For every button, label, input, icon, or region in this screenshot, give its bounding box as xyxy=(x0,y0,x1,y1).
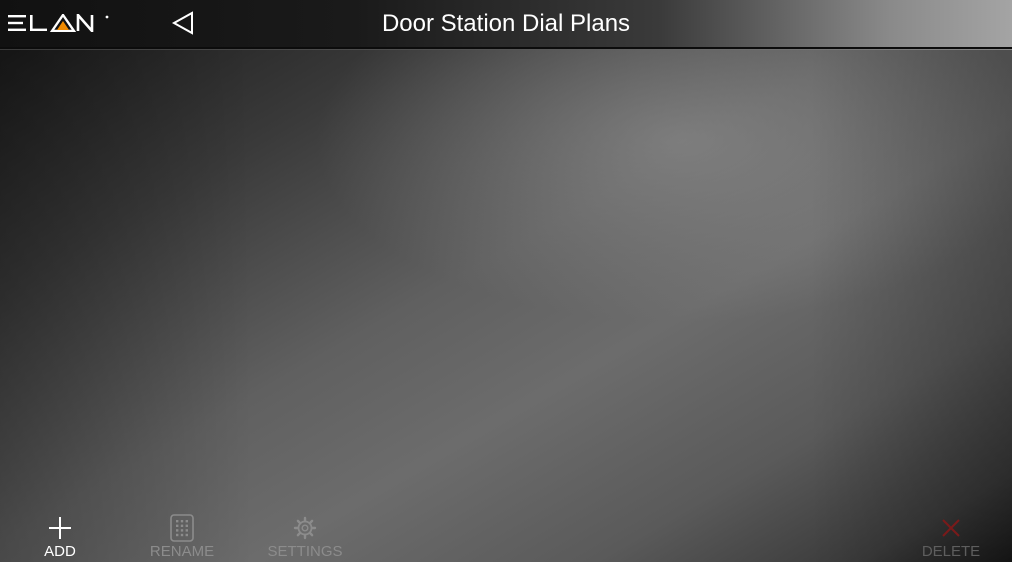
background-shading xyxy=(0,50,1012,562)
add-button[interactable]: ADD xyxy=(20,508,100,562)
settings-button[interactable]: SETTINGS xyxy=(255,508,355,562)
settings-button-label: SETTINGS xyxy=(267,543,343,560)
delete-button[interactable]: DELETE xyxy=(906,508,996,562)
dial-plan-list-area xyxy=(0,50,1012,562)
keypad-icon xyxy=(170,514,194,542)
back-button[interactable] xyxy=(168,9,200,39)
app-window: Door Station Dial Plans ADD RENAME SETTI… xyxy=(0,0,1012,562)
elan-logo xyxy=(8,14,109,32)
page-title: Door Station Dial Plans xyxy=(381,10,631,37)
plus-icon xyxy=(49,517,71,539)
rename-button[interactable]: RENAME xyxy=(137,508,227,562)
header-bar: Door Station Dial Plans xyxy=(0,0,1012,49)
back-triangle-icon xyxy=(171,11,193,35)
x-icon xyxy=(942,519,960,537)
gear-icon xyxy=(293,516,317,540)
delete-button-label: DELETE xyxy=(921,543,981,560)
bottom-toolbar: ADD RENAME SETTINGS DELETE xyxy=(0,508,1012,562)
rename-button-label: RENAME xyxy=(149,543,215,560)
add-button-label: ADD xyxy=(44,543,76,560)
